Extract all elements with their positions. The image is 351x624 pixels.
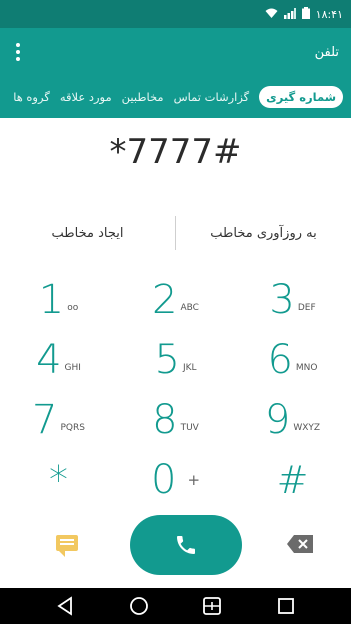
update-contact-button[interactable]: به روزآوری مخاطب [176,226,351,241]
key-letters: ABC [180,303,199,313]
keypad-row: 4 GHI 5 JKL 6 MNO [0,330,351,390]
key-star[interactable]: * [0,450,117,510]
key-digit: # [276,458,309,502]
dialed-number[interactable]: *7777# [0,132,351,182]
tab-call-logs[interactable]: گزارشات تماس [174,90,250,104]
key-digit: 0 [150,457,177,503]
tab-dialer[interactable]: شماره گیری [259,86,343,108]
overflow-menu-icon[interactable] [14,43,22,61]
battery-icon [301,7,310,21]
key-5[interactable]: 5 JKL [117,330,234,390]
dial-keypad: 1 ᴏᴏ 2 ABC 3 DEF 4 GHI 5 JKL 6 MNO 7 PQR… [0,270,351,510]
home-icon[interactable] [124,591,154,621]
key-2[interactable]: 2 ABC [117,270,234,330]
key-letters: DEF [297,303,316,313]
tab-groups[interactable]: گروه ها [13,90,50,104]
recent-apps-icon[interactable] [271,591,301,621]
key-digit: 4 [36,337,62,383]
phone-icon [177,536,195,554]
tab-bar: شماره گیری گزارشات تماس مخاطبین مورد علا… [0,76,351,118]
key-letters: WXYZ [293,423,321,433]
app-title: تلفن [314,44,339,60]
key-letters: TUV [180,423,199,433]
message-icon[interactable] [56,535,78,557]
key-digit: 7 [32,397,58,443]
keypad-row: 1 ᴏᴏ 2 ABC 3 DEF [0,270,351,330]
key-0[interactable]: 0 + [117,450,234,510]
key-digit: 5 [154,337,180,383]
key-letters: GHI [64,363,81,373]
create-contact-button[interactable]: ایجاد مخاطب [0,226,175,241]
backspace-icon[interactable] [287,535,313,553]
status-bar: ۱۸:۴۱ [0,0,351,28]
key-8[interactable]: 8 TUV [117,390,234,450]
wifi-icon [265,8,278,21]
dialer-actions [0,515,351,577]
key-pound[interactable]: # [234,450,351,510]
tab-favorites[interactable]: مورد علاقه [60,90,112,104]
app-bar: تلفن [0,28,351,76]
key-plus-label: + [187,471,201,489]
key-letters: JKL [182,363,197,373]
status-time: ۱۸:۴۱ [315,7,343,21]
key-digit: 3 [269,277,295,323]
key-digit: * [49,458,68,502]
key-digit: 9 [264,397,291,443]
key-digit: 6 [267,337,293,383]
key-4[interactable]: 4 GHI [0,330,117,390]
key-6[interactable]: 6 MNO [234,330,351,390]
signal-icon [283,7,296,21]
dual-window-icon[interactable] [197,591,227,621]
voicemail-icon: ᴏᴏ [67,303,79,313]
key-3[interactable]: 3 DEF [234,270,351,330]
navigation-bar [0,588,351,624]
key-9[interactable]: 9 WXYZ [234,390,351,450]
key-digit: 2 [152,277,178,323]
keypad-row: 7 PQRS 8 TUV 9 WXYZ [0,390,351,450]
tab-contacts[interactable]: مخاطبین [122,90,164,104]
contact-actions: ایجاد مخاطب به روزآوری مخاطب [0,213,351,253]
keypad-row: * 0 + # [0,450,351,510]
key-digit: 1 [38,277,65,323]
back-icon[interactable] [50,591,80,621]
key-letters: PQRS [60,423,85,433]
key-7[interactable]: 7 PQRS [0,390,117,450]
call-button[interactable] [130,515,242,575]
key-letters: MNO [295,363,318,373]
key-digit: 8 [152,397,178,443]
key-1[interactable]: 1 ᴏᴏ [0,270,117,330]
